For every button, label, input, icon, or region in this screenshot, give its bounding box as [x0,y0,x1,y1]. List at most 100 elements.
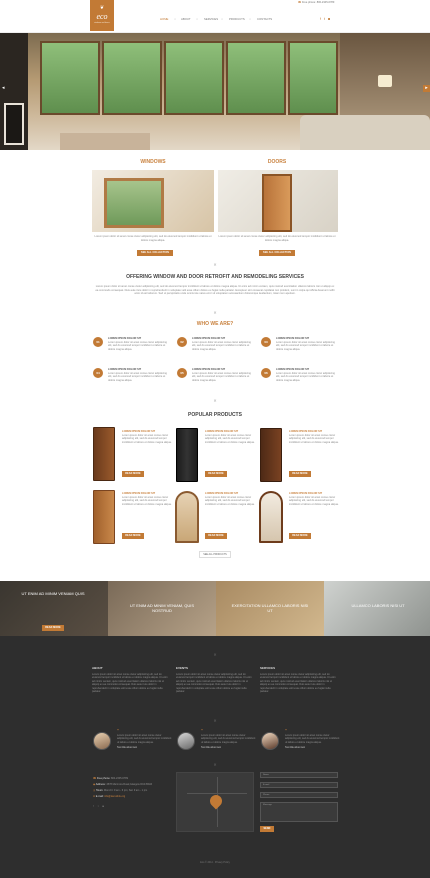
promo-panel[interactable]: ULLAMCO LABORIS NISI UT [324,581,430,636]
instagram-icon[interactable]: ◙ [102,805,108,808]
hero-window [226,41,286,115]
feature-number: 02 [177,337,187,347]
read-more-button[interactable]: READ MORE [289,471,311,477]
read-more-button[interactable]: READ MORE [205,471,227,477]
message-field[interactable]: Message [260,802,338,822]
product-text: Lorem ipsum dolor sit amet conse ctetur … [289,433,339,444]
windows-image-frame [104,178,164,228]
site-header: ❦ eco windows and doors HOME ✕ ABOUT ✕ S… [0,0,430,33]
promo-text: EXERCITATION ULLAMCO LABORIS NISI UT [231,603,309,613]
windows-image [92,170,214,232]
avatar [93,732,111,750]
promo-read-more-button[interactable]: READ MORE [42,625,64,631]
testimonial-text: Lorem ipsum dolor sit amet conse ctetur … [201,734,256,744]
email-field[interactable]: E-mail [260,782,338,788]
nav-home[interactable]: HOME [160,17,168,22]
testimonial-author: Test title about test [285,746,305,750]
footer-events-text: Lorem ipsum dolor sit amet conse ctetur … [176,673,252,694]
feature-text: Lorem ipsum dolor sit amet conse ctetur … [192,340,251,351]
slider-next-arrow-icon[interactable]: ▸ [423,85,430,92]
feature-text: Lorem ipsum dolor sit amet conse ctetur … [192,371,251,382]
hero-window [288,41,338,115]
promo-panel[interactable]: UT ENIM AD MINIM VENIAM, QUIS NOSTRUD [108,581,216,636]
promo-text: UT ENIM AD MINIM VENIAM, QUIS NOSTRUD [129,603,195,613]
doors-title: DOORS [267,159,287,165]
slider-prev-arrow-icon[interactable]: ◂ [2,85,5,92]
promo-strip: UT ENIM AD MINIM VENIAM QUIS READ MORE U… [0,581,430,636]
windows-text: Lorem ipsum dolor sit amet conse ctetur … [94,235,212,242]
doors-image [218,170,338,232]
doors-collection-button[interactable]: SEE ALL COLLECTION [259,250,295,256]
feature-item: LOREM IPSUM DOLOR SIT Lorem ipsum dolor … [276,337,336,351]
read-more-button[interactable]: READ MORE [289,533,311,539]
promo-panel[interactable]: UT ENIM AD MINIM VENIAM QUIS READ MORE [0,581,108,636]
section-divider: ✕ [213,262,217,267]
footer-contacts: ☎ Free phone: 800-2345-6789 ◉ Address: 4… [93,776,173,810]
nav-services[interactable]: SERVICES [204,17,218,22]
testimonial-author: Test title about test [201,746,221,750]
testimonial-text: Lorem ipsum dolor sit amet conse ctetur … [117,734,172,744]
product-image [175,491,199,543]
see-all-products-button[interactable]: SEE ALL PRODUCTS [199,551,231,558]
header-phone: ☎ Free phone: 800-2345-6789 [298,1,334,5]
contact-label: Free phone: [96,777,111,780]
hero-window [164,41,224,115]
footer-about-text: Lorem ipsum dolor sit amet conse ctetur … [92,673,168,694]
feature-item: LOREM IPSUM DOLOR SIT Lorem ipsum dolor … [192,337,252,351]
read-more-button[interactable]: READ MORE [205,533,227,539]
footer-social: ft◙ [93,804,173,810]
feature-text: Lorem ipsum dolor sit amet conse ctetur … [276,340,335,351]
product-item: LOREM IPSUM DOLOR SIT Lorem ipsum dolor … [289,430,339,444]
nav-separator: ✕ [196,18,199,21]
hero-slider: ◂ ▸ [0,33,430,150]
nav-about[interactable]: ABOUT [181,17,191,22]
hero-window [102,41,162,115]
contact-email[interactable]: info@demolink.org [104,795,125,798]
product-text: Lorem ipsum dolor sit amet conse ctetur … [289,495,339,506]
contact-label: E-mail: [95,795,104,798]
footer-events: EVENTS Lorem ipsum dolor sit amet conse … [176,666,254,693]
logo[interactable]: ❦ eco windows and doors [90,0,114,31]
product-item: LOREM IPSUM DOLOR SIT Lorem ipsum dolor … [122,430,172,444]
windows-collection-button[interactable]: SEE ALL COLLECTION [137,250,173,256]
footer-about-title: ABOUT [92,666,103,670]
feature-item: LOREM IPSUM DOLOR SIT Lorem ipsum dolor … [108,368,168,382]
contact-label: Address: [95,783,106,786]
name-field[interactable]: Name [260,772,338,778]
footer-services: SERVICES Lorem ipsum dolor sit amet cons… [260,666,338,693]
section-divider: ✕ [213,652,217,657]
leaf-icon: ❦ [99,5,105,11]
promo-panel[interactable]: EXERCITATION ULLAMCO LABORIS NISI UT [216,581,324,636]
popular-title: POPULAR PRODUCTS [188,412,242,418]
product-item: LOREM IPSUM DOLOR SIT Lorem ipsum dolor … [122,492,172,506]
testimonial-text: Lorem ipsum dolor sit amet conse ctetur … [285,734,340,744]
product-text: Lorem ipsum dolor sit amet conse ctetur … [205,433,255,444]
instagram-icon[interactable]: ◙ [328,17,333,21]
read-more-button[interactable]: READ MORE [122,533,144,539]
logo-text: eco [96,12,108,21]
phone-field[interactable]: Phone [260,792,338,798]
nav-contacts[interactable]: CONTACTS [257,17,272,22]
hero-window [40,41,100,115]
section-divider: ✕ [213,718,217,723]
logo-subtitle: windows and doors [94,22,110,24]
feature-number: 04 [93,368,103,378]
product-text: Lorem ipsum dolor sit amet conse ctetur … [122,433,172,444]
read-more-button[interactable]: READ MORE [122,471,144,477]
footer-about: ABOUT Lorem ipsum dolor sit amet conse c… [92,666,170,693]
feature-item: LOREM IPSUM DOLOR SIT Lorem ipsum dolor … [276,368,336,382]
offering-text: Lorem ipsum dolor sit amet conse ctetur … [95,285,335,296]
phone-number: 800-2345-6789 [316,1,335,4]
feature-text: Lorem ipsum dolor sit amet conse ctetur … [108,340,167,351]
footer-events-title: EVENTS [176,666,189,670]
product-image [93,427,115,481]
phone-icon: ☎ [298,1,302,4]
nav-products[interactable]: PRODUCTS [229,17,245,22]
product-item: LOREM IPSUM DOLOR SIT Lorem ipsum dolor … [289,492,339,506]
map[interactable] [176,772,254,832]
send-button[interactable]: SEND [260,826,274,832]
avatar [177,732,195,750]
doors-image-door [262,174,292,232]
feature-item: LOREM IPSUM DOLOR SIT Lorem ipsum dolor … [108,337,168,351]
footer-services-text: Lorem ipsum dolor sit amet conse ctetur … [260,673,336,694]
